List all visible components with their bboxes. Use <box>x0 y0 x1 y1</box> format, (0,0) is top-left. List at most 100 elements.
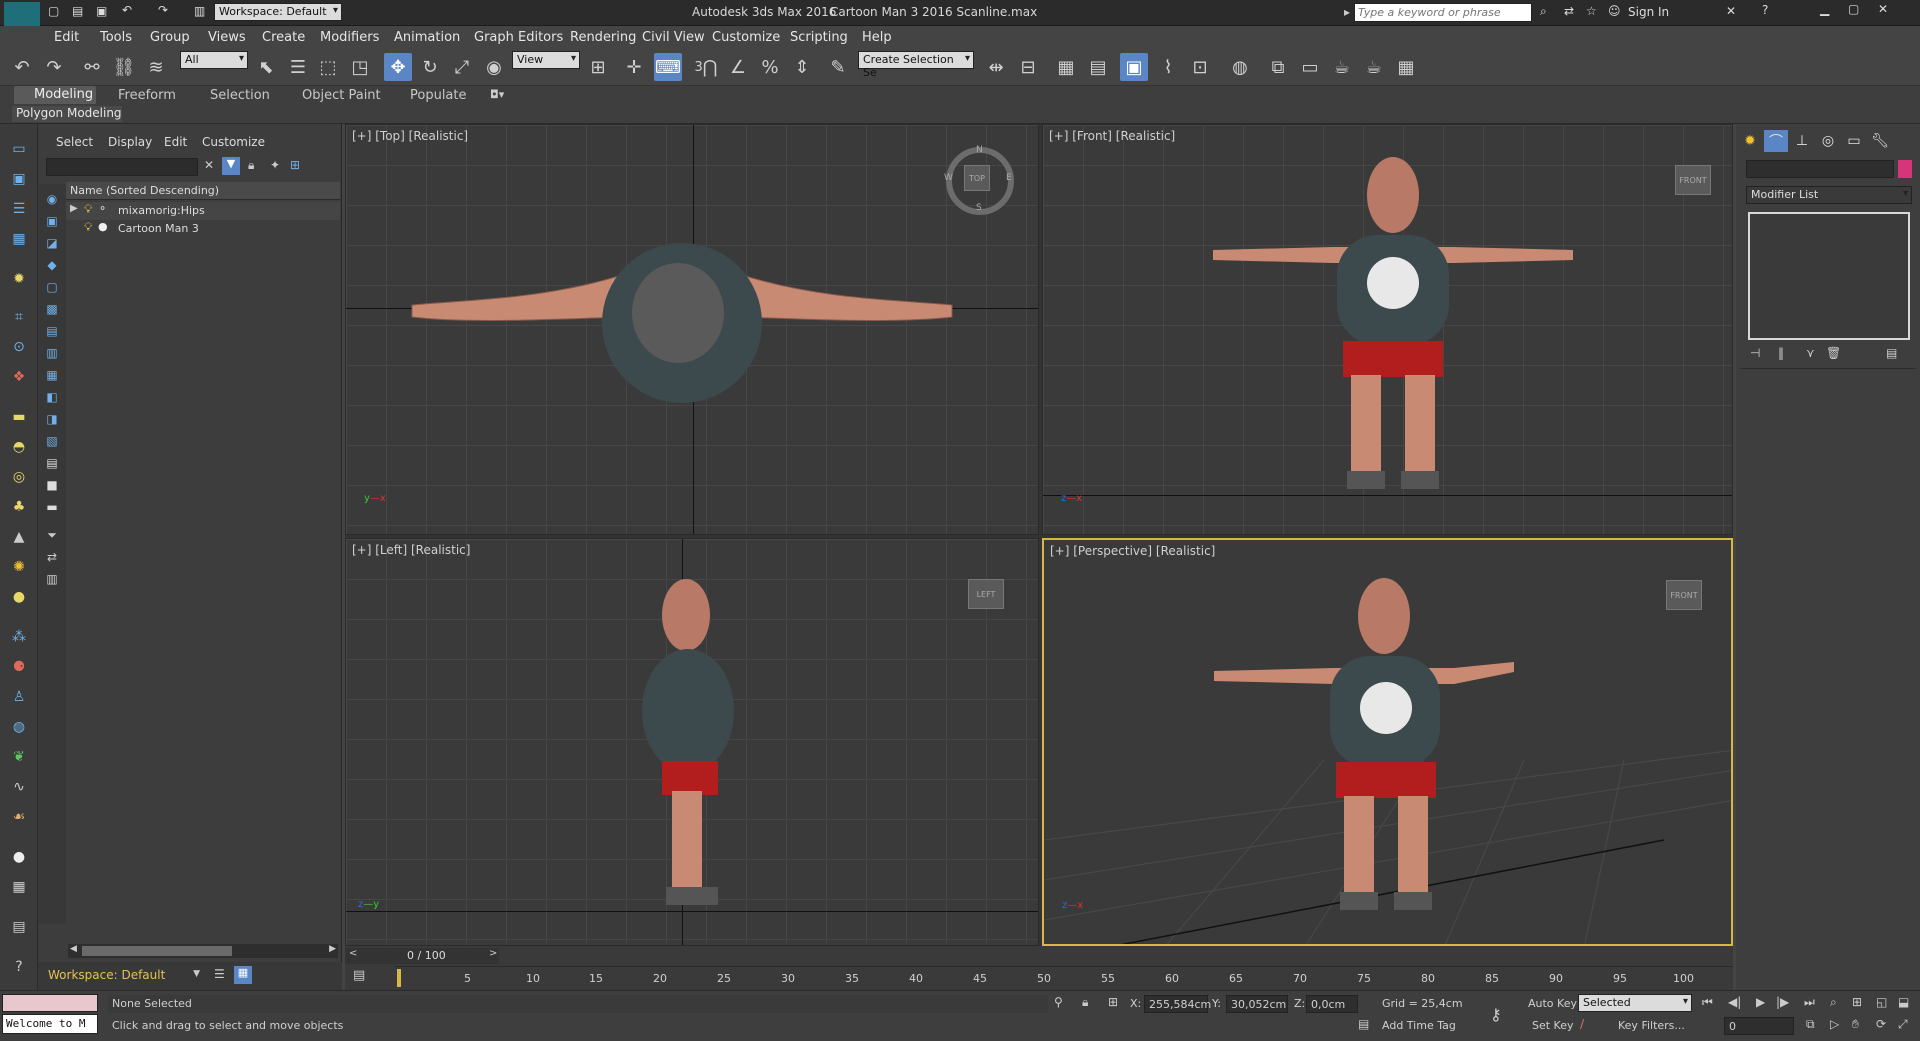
manipulate-icon[interactable]: ✛ <box>620 53 648 81</box>
spinner-snap-icon[interactable]: ⇕ <box>788 53 816 81</box>
create-tab-icon[interactable]: ✹ <box>1738 130 1762 152</box>
select-rotate-icon[interactable]: ↻ <box>416 53 444 81</box>
lock-icon[interactable]: 🔒︎ <box>248 158 254 173</box>
schematic-view-icon[interactable]: ⊡ <box>1186 53 1214 81</box>
explorer-tab-select[interactable]: Select <box>56 135 93 149</box>
new-file-icon[interactable]: ▢ <box>48 4 59 18</box>
warps-filter-icon[interactable]: ▦ <box>41 364 63 386</box>
window-crossing-icon[interactable]: ◳ <box>346 53 374 81</box>
shell-icon[interactable]: ☙ <box>8 806 30 828</box>
menu-civil-view[interactable]: Civil View <box>642 30 705 45</box>
hemisphere-icon[interactable]: ◓ <box>8 436 30 458</box>
viewport-label-left[interactable]: [+] [Left] [Realistic] <box>352 543 470 557</box>
explorer-h-scrollbar[interactable]: ◀ ▶ <box>68 944 338 958</box>
hidden-filter-icon[interactable]: ▬ <box>41 496 63 518</box>
camera-side-icon[interactable]: ⌗ <box>8 306 30 328</box>
key-mode-dropdown[interactable]: Selected <box>1578 994 1692 1012</box>
current-frame-field[interactable]: 0 <box>1724 1017 1794 1035</box>
select-by-name-icon[interactable]: ☰ <box>284 53 312 81</box>
snaps-toggle-icon[interactable]: 3 ⋂ <box>692 53 720 81</box>
named-selection-dropdown[interactable]: Create Selection Se <box>858 51 974 79</box>
pan-icon[interactable]: ✋︎ <box>1852 1017 1859 1032</box>
menu-scripting[interactable]: Scripting <box>790 30 848 45</box>
tree-icon[interactable]: ♣ <box>8 496 30 518</box>
pin-stack-icon[interactable]: ⊣ <box>1750 346 1760 360</box>
select-scale-icon[interactable]: ⤢ <box>448 53 476 81</box>
ribbon-toggle-icon[interactable]: ▭ <box>8 138 30 160</box>
maxscript-listener-top[interactable] <box>2 994 98 1012</box>
motion-tab-icon[interactable]: ◎ <box>1816 130 1840 152</box>
sync-selection-icon[interactable]: ⇄ <box>41 546 63 568</box>
play-icon[interactable]: ▶ <box>1756 995 1765 1009</box>
display-invert-icon[interactable]: ◪ <box>41 232 63 254</box>
menu-graph-editors[interactable]: Graph Editors <box>474 30 563 45</box>
viewport-label-front[interactable]: [+] [Front] [Realistic] <box>1049 129 1175 143</box>
light-bulb-visibility-icon[interactable]: 💡︎ <box>84 202 92 217</box>
reference-coord-dropdown[interactable]: View <box>512 51 580 69</box>
explorer-column-header[interactable]: Name (Sorted Descending) <box>66 182 340 200</box>
maximize-viewport-icon[interactable]: ⤢ <box>1898 1017 1908 1032</box>
time-slider[interactable]: < 0 / 100 > <box>345 948 499 964</box>
expand-arrow-icon[interactable]: ▶ <box>70 203 78 214</box>
maximize-button[interactable]: ▢ <box>1848 2 1859 16</box>
ribbon-subtitle-polygon-modeling[interactable]: Polygon Modeling <box>12 106 122 122</box>
auto-key-button[interactable]: Auto Key <box>1528 997 1577 1010</box>
open-file-icon[interactable]: ▤ <box>72 4 83 18</box>
menu-views[interactable]: Views <box>208 30 246 45</box>
key-icon[interactable]: ⚷ <box>1490 1005 1502 1024</box>
material-ball-icon[interactable]: ● <box>8 846 30 868</box>
calculator-icon[interactable]: ▦ <box>8 876 30 898</box>
layers-side-icon[interactable]: ▦ <box>8 228 30 250</box>
render-iterative-icon[interactable]: ☕ <box>1360 53 1388 81</box>
helpers-filter-icon[interactable]: ▥ <box>41 342 63 364</box>
selection-lock-icon[interactable]: 🔒︎ <box>1082 995 1088 1010</box>
scene-explorer-toggle-icon[interactable]: ▦ <box>234 966 252 984</box>
selection-filter-dropdown[interactable]: All <box>180 51 248 69</box>
scene-explorer-icon[interactable]: ▣ <box>1120 53 1148 81</box>
render-setup-icon[interactable]: ⧉ <box>1264 53 1292 81</box>
exchange-icon[interactable]: ⇄ <box>1564 4 1574 18</box>
menu-customize[interactable]: Customize <box>712 30 780 45</box>
tree-row[interactable]: ▶ 💡︎ ⚬ mixamorig:Hips <box>66 202 340 220</box>
time-next-icon[interactable]: > <box>489 948 497 959</box>
utilities-tab-icon[interactable]: 🔧︎ <box>1868 130 1892 152</box>
make-unique-icon[interactable]: ⋎ <box>1806 346 1815 360</box>
material-editor-icon[interactable]: ◍ <box>1226 53 1254 81</box>
save-file-icon[interactable]: ▣ <box>96 4 107 18</box>
menu-edit[interactable]: Edit <box>54 30 79 45</box>
menu-group[interactable]: Group <box>150 30 190 45</box>
search-expand-icon[interactable]: ▸ <box>1344 5 1350 19</box>
scene-explorer-side-icon[interactable]: ☰ <box>8 198 30 220</box>
scroll-thumb[interactable] <box>82 946 232 956</box>
remove-modifier-icon[interactable]: 🗑︎ <box>1826 346 1841 360</box>
cone-icon[interactable]: ▲ <box>8 526 30 548</box>
frozen-filter-icon[interactable]: ■ <box>41 474 63 496</box>
y-coordinate-field[interactable]: 30,052cm <box>1226 995 1288 1013</box>
prev-frame-icon[interactable]: ◀| <box>1728 995 1741 1009</box>
key-filters-button[interactable]: Key Filters... <box>1618 1019 1685 1032</box>
goto-start-icon[interactable]: ⏮ <box>1702 995 1713 1010</box>
viewport-perspective[interactable]: [+] [Perspective] [Realistic] FRONT z—x <box>1042 538 1733 946</box>
columns-icon[interactable]: ▥ <box>41 568 63 590</box>
track-bar-menu-icon[interactable]: ▤ <box>353 968 377 986</box>
ribbon-tab-populate[interactable]: Populate <box>410 88 467 103</box>
a360-render-icon[interactable]: ▦ <box>1392 53 1420 81</box>
align-icon[interactable]: ⊟ <box>1014 53 1042 81</box>
display-tab-icon[interactable]: ▭ <box>1842 130 1866 152</box>
time-prev-icon[interactable]: < <box>349 948 357 959</box>
binoculars-icon[interactable]: ⌕ <box>1540 4 1547 19</box>
explorer-search-input[interactable] <box>46 158 198 176</box>
character-model-front[interactable] <box>1213 155 1573 495</box>
sign-in-link[interactable]: Sign In <box>1628 5 1669 19</box>
select-object-icon[interactable]: ⬉ <box>252 53 280 81</box>
lights-filter-icon[interactable]: ▩ <box>41 298 63 320</box>
hierarchy-tab-icon[interactable]: ⊥ <box>1790 130 1814 152</box>
ribbon-tab-selection[interactable]: Selection <box>210 88 270 103</box>
help-side-icon[interactable]: ? <box>8 956 30 978</box>
favorites-star-icon[interactable]: ☆ <box>1586 4 1597 18</box>
display-all-icon[interactable]: ▣ <box>41 210 63 232</box>
place-icon[interactable]: ◉ <box>480 53 508 81</box>
viewcube-front[interactable]: FRONT <box>1675 165 1711 195</box>
undo-icon[interactable]: ↶ <box>8 53 36 81</box>
geometry-filter-icon[interactable]: ◆ <box>41 254 63 276</box>
